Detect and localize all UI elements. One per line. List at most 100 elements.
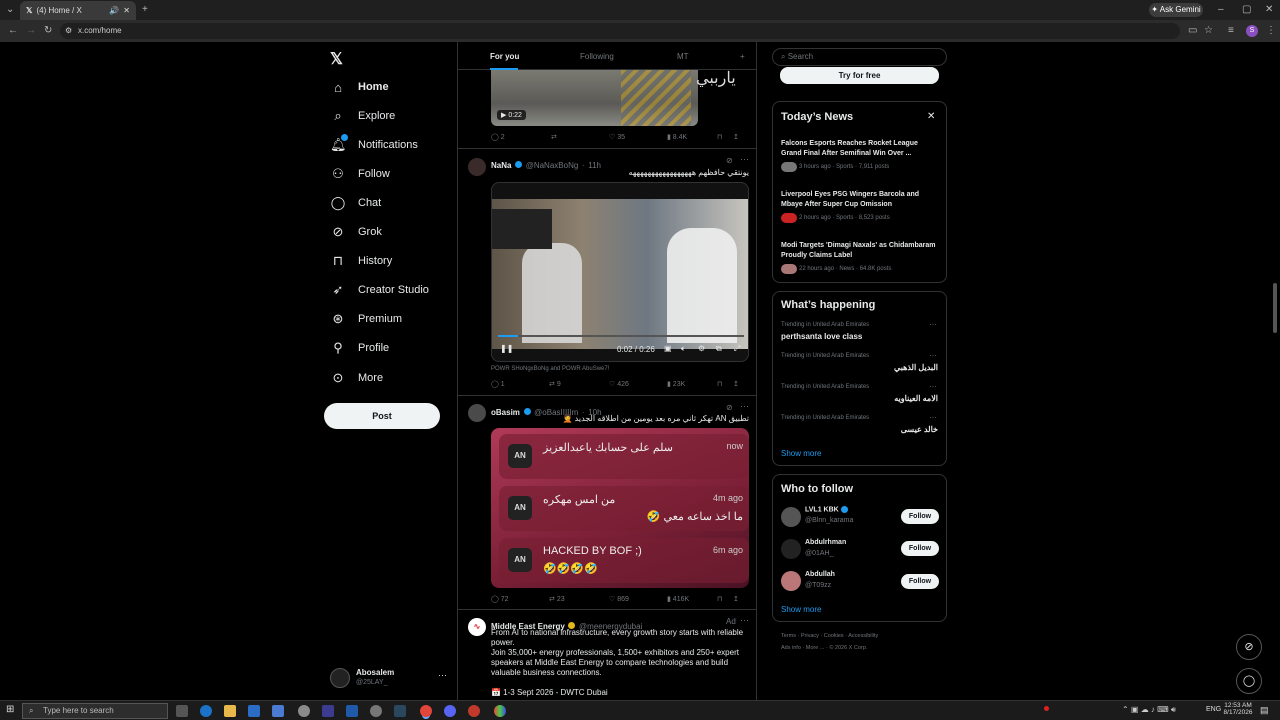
steam-icon[interactable] xyxy=(394,705,406,717)
extensions-icon[interactable]: ≡ xyxy=(1228,20,1234,42)
file-explorer-icon[interactable] xyxy=(224,705,236,717)
close-icon[interactable]: ✕ xyxy=(927,111,935,122)
trend-name[interactable]: perthsanta love class xyxy=(781,332,862,341)
edge-icon[interactable] xyxy=(200,705,212,717)
tweet-more-icon[interactable]: ··· xyxy=(740,154,749,164)
repost-button[interactable]: ⇄ xyxy=(551,133,609,141)
tab-following[interactable]: Following xyxy=(580,52,614,61)
app-icon[interactable] xyxy=(322,705,334,717)
mail-icon[interactable] xyxy=(248,705,260,717)
trend-name[interactable]: البديل الذهبي xyxy=(894,363,938,372)
profile-avatar-icon[interactable]: S xyxy=(1246,25,1258,37)
follow-suggestion-name[interactable]: Abdullah xyxy=(805,571,835,578)
settings-icon[interactable] xyxy=(370,705,382,717)
windows-start-icon[interactable]: ⊞ xyxy=(6,704,14,715)
new-tab-icon[interactable]: + xyxy=(142,0,148,20)
follow-button[interactable]: Follow xyxy=(901,574,939,589)
reply-button[interactable]: ◯ 2 xyxy=(491,133,551,141)
reload-icon[interactable]: ↻ xyxy=(44,20,52,42)
repost-button[interactable]: ⇄ 23 xyxy=(549,595,609,603)
post-button[interactable]: Post xyxy=(324,403,440,429)
browser-tab[interactable]: 𝕏 (4) Home / X 🔊 ✕ xyxy=(20,1,136,20)
tab-for-you[interactable]: For you xyxy=(490,52,519,61)
footer-link[interactable]: Cookies xyxy=(824,633,844,639)
minimize-icon[interactable]: – xyxy=(1218,0,1224,20)
tab-close-icon[interactable]: ✕ xyxy=(123,6,130,15)
show-more-link[interactable]: Show more xyxy=(781,449,821,458)
follow-button[interactable]: Follow xyxy=(901,509,939,524)
ask-gemini-button[interactable]: ✦ Ask Gemini xyxy=(1149,3,1203,17)
avatar[interactable] xyxy=(468,404,486,422)
cast-icon[interactable]: ▭ xyxy=(1188,20,1197,42)
news-item-title[interactable]: Modi Targets 'Dimagi Naxals' as Chidamba… xyxy=(781,241,936,261)
task-view-icon[interactable] xyxy=(176,705,188,717)
nav-premium[interactable]: ⊛ Premium xyxy=(330,306,402,332)
bookmark-icon[interactable]: ⊓ xyxy=(717,133,733,141)
grok-explain-icon[interactable]: ⊘ xyxy=(726,403,733,412)
x-logo-icon[interactable]: 𝕏 xyxy=(330,49,343,69)
language-indicator[interactable]: ENG xyxy=(1206,706,1221,713)
nav-profile[interactable]: ⚲ Profile xyxy=(330,335,389,361)
app-icon[interactable] xyxy=(468,705,480,717)
avatar[interactable] xyxy=(781,539,801,559)
views-button[interactable]: ▮ 416K xyxy=(667,595,717,603)
browser-menu-icon[interactable]: ⋮ xyxy=(1266,20,1276,42)
pip-icon[interactable]: ⧉ xyxy=(716,344,722,354)
discord-icon[interactable] xyxy=(444,705,456,717)
site-info-icon[interactable]: ⚙ xyxy=(65,23,72,39)
back-icon[interactable]: ← xyxy=(8,20,18,42)
captions-icon[interactable]: ▣ xyxy=(664,344,672,353)
trend-more-icon[interactable]: ··· xyxy=(929,320,937,329)
tweet-video[interactable]: ❚❚ 0:02 / 0:26 ▣ 🔈︎ ⚙ ⧉ ⤢ xyxy=(491,182,749,362)
video-progress-bar[interactable] xyxy=(498,335,744,337)
forward-icon[interactable]: → xyxy=(26,20,36,42)
trend-name[interactable]: الامه العيناويه xyxy=(894,394,938,403)
avatar[interactable] xyxy=(781,507,801,527)
trend-more-icon[interactable]: ··· xyxy=(929,382,937,391)
url-input[interactable]: ⚙ x.com/home xyxy=(60,23,1180,39)
page-scrollbar[interactable] xyxy=(1273,283,1277,333)
bookmark-icon[interactable]: ⊓ xyxy=(717,380,733,388)
share-icon[interactable]: ↥ xyxy=(733,595,739,603)
nav-grok[interactable]: ⊘ Grok xyxy=(330,219,382,245)
settings-gear-icon[interactable]: ⚙ xyxy=(698,344,705,353)
tab-mt[interactable]: MT xyxy=(677,52,689,61)
tab-list-icon[interactable]: ⌄ xyxy=(6,0,14,20)
views-button[interactable]: ▮ 23K xyxy=(667,380,717,388)
footer-link[interactable]: Privacy xyxy=(801,633,819,639)
avatar[interactable]: ∿ xyxy=(468,618,486,636)
footer-link[interactable]: Accessibility xyxy=(848,633,878,639)
search-input[interactable]: ⌕ Search xyxy=(772,48,947,66)
reply-button[interactable]: ◯ 72 xyxy=(491,595,549,603)
repost-button[interactable]: ⇄ 9 xyxy=(549,380,609,388)
bookmark-star-icon[interactable]: ☆ xyxy=(1204,20,1213,42)
app-icon[interactable] xyxy=(346,705,358,717)
share-icon[interactable]: ↥ xyxy=(733,133,739,141)
tab-audio-icon[interactable]: 🔊 xyxy=(109,6,119,15)
taskbar-clock[interactable]: 12:53 AM 8/17/2026 xyxy=(1222,702,1254,716)
trend-more-icon[interactable]: ··· xyxy=(929,351,937,360)
add-tab-icon[interactable]: + xyxy=(740,52,745,61)
store-icon[interactable] xyxy=(272,705,284,717)
follow-suggestion-name[interactable]: LVL1 KBK xyxy=(805,506,848,513)
fullscreen-icon[interactable]: ⤢ xyxy=(734,344,740,354)
tray-icons[interactable]: ⌃ ▣ ☁ ♪ ⌨ 🔊︎ xyxy=(1122,705,1176,715)
bookmark-icon[interactable]: ⊓ xyxy=(717,595,733,603)
share-icon[interactable]: ↥ xyxy=(733,380,739,388)
try-for-free-button[interactable]: Try for free xyxy=(780,67,939,84)
tweet-more-icon[interactable]: ··· xyxy=(740,615,749,625)
chat-float-button[interactable]: ◯ xyxy=(1236,668,1262,694)
nav-chat[interactable]: ◯ Chat xyxy=(330,190,382,216)
app-icon[interactable] xyxy=(494,705,506,717)
follow-button[interactable]: Follow xyxy=(901,541,939,556)
nav-home[interactable]: ⌂ Home xyxy=(330,74,389,100)
maximize-icon[interactable]: ▢ xyxy=(1242,0,1251,20)
nav-creator-studio[interactable]: ➶ Creator Studio xyxy=(330,277,429,303)
taskbar-search-input[interactable]: ⌕ Type here to search xyxy=(22,703,168,719)
footer-link[interactable]: Ads info xyxy=(781,645,801,651)
like-button[interactable]: ♡ 869 xyxy=(609,595,667,603)
views-button[interactable]: ▮ 8.4K xyxy=(667,133,717,141)
like-button[interactable]: ♡ 35 xyxy=(609,133,667,141)
action-center-icon[interactable]: ▤ xyxy=(1260,705,1269,716)
tweet-image[interactable]: AN سلم على حسابك ياعبدالعزيز now AN من ا… xyxy=(491,428,749,588)
